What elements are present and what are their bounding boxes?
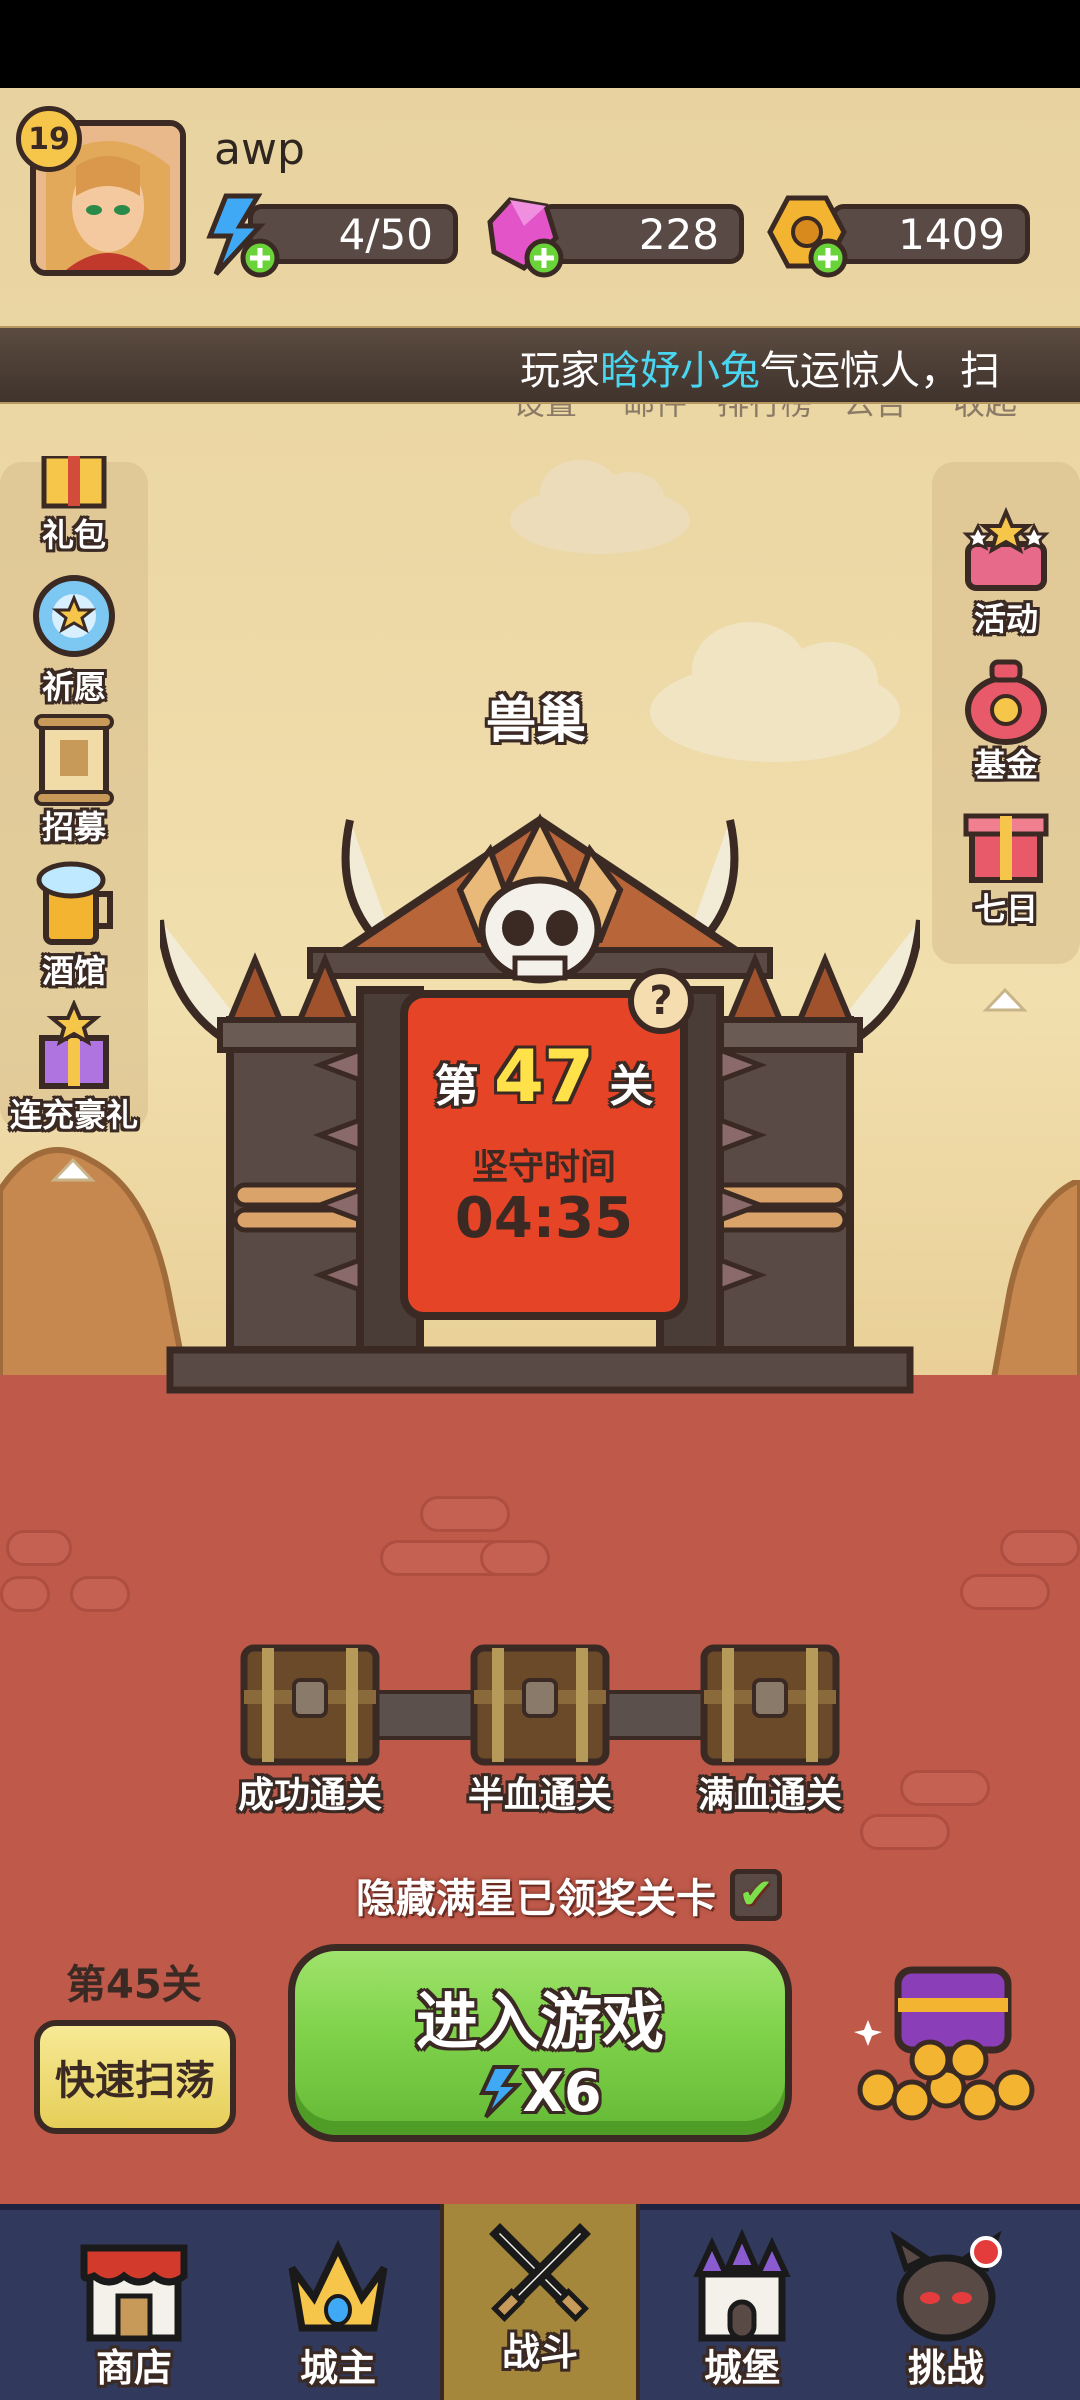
side-item-recharge-gift[interactable]: 连充豪礼: [4, 998, 144, 1136]
cloud-icon: [510, 460, 690, 554]
nav-label: 商店: [95, 2346, 172, 2390]
chest-icon[interactable]: [698, 1640, 842, 1770]
beer-mug-icon: [36, 861, 113, 945]
sweep-level: 第45关: [66, 1962, 202, 2008]
stage-name: 兽巢: [486, 691, 586, 749]
crossed-swords-icon: [489, 2223, 591, 2322]
shop-icon: [80, 2244, 188, 2342]
castle-icon: [693, 2228, 791, 2342]
side-item-gift-pack[interactable]: 礼包: [4, 453, 144, 556]
energy-add-icon[interactable]: [196, 192, 282, 278]
crown-icon: [288, 2239, 388, 2332]
enter-game-cost: X6: [295, 2061, 785, 2124]
stage-sign-board[interactable]: 第 47 关 坚守时间 04:35: [400, 990, 688, 1320]
recruit-scroll-icon: [34, 714, 114, 806]
nav-label: 城堡: [703, 2346, 780, 2390]
hold-time-value: 04:35: [454, 1186, 634, 1251]
chest-icon[interactable]: [468, 1640, 612, 1770]
side-label: 酒馆: [41, 952, 106, 990]
wish-orb-icon: [33, 575, 115, 657]
stage-level: 第 47 关: [408, 1034, 680, 1118]
side-label: 基金: [973, 746, 1038, 784]
gold-value: 1409: [898, 209, 1005, 259]
energy-value: 4/50: [338, 209, 433, 259]
enter-game-button[interactable]: 进入游戏 X6: [288, 1944, 792, 2142]
hold-time-label: 坚守时间: [471, 1147, 616, 1188]
side-label: 祈愿: [41, 668, 106, 706]
seven-day-gift-icon: [963, 813, 1049, 883]
nav-item-shop[interactable]: 商店: [34, 2204, 234, 2400]
side-item-wish[interactable]: 祈愿: [4, 572, 144, 708]
gold-add-icon[interactable]: [764, 192, 850, 278]
nav-item-battle[interactable]: 战斗: [440, 2204, 640, 2400]
nav-label: 挑战: [907, 2346, 984, 2390]
stage-level-number: 47: [493, 1034, 595, 1118]
energy-icon: [479, 2065, 524, 2119]
gift-pack-icon: [41, 453, 107, 509]
ground-brick: [6, 1530, 72, 1566]
nav-label: 战斗: [501, 2330, 578, 2374]
ticker-suffix: 气运惊人，扫: [760, 348, 1000, 394]
announcement-ticker: 玩家晗妤小兔气运惊人，扫: [0, 326, 1080, 404]
side-label: 七日: [973, 890, 1038, 928]
nav-item-castle[interactable]: 城堡: [642, 2204, 842, 2400]
side-label: 活动: [973, 600, 1038, 638]
collapse-up-arrow-icon[interactable]: [982, 986, 1028, 1014]
status-bar: [0, 0, 1080, 88]
ground-brick: [480, 1540, 550, 1576]
chest-label: 满血通关: [697, 1775, 842, 1816]
help-button[interactable]: ?: [628, 968, 694, 1034]
recharge-gift-icon: [39, 998, 109, 1089]
quick-sweep-button[interactable]: 快速扫荡: [34, 2020, 236, 2134]
ticker-prefix: 玩家: [520, 348, 600, 394]
ground-brick: [1000, 1530, 1080, 1566]
ground-brick: [0, 1576, 50, 1612]
ground-brick: [900, 1770, 990, 1806]
hide-completed-label: 隐藏满星已领奖关卡: [356, 1876, 716, 1922]
chest-label: 半血通关: [467, 1775, 612, 1816]
ticker-text: 玩家晗妤小兔气运惊人，扫: [520, 338, 1000, 396]
stage-level-prefix: 第: [434, 1061, 479, 1112]
demon-icon: [890, 2230, 1002, 2342]
ground-brick: [70, 1576, 130, 1612]
ticker-player-name: 晗妤小兔: [600, 348, 760, 394]
gem-bar: 228: [538, 204, 744, 264]
enter-game-cost-value: X6: [522, 2061, 602, 2124]
side-item-fund[interactable]: 基金: [936, 650, 1076, 786]
side-item-recruit[interactable]: 招募: [4, 712, 144, 848]
side-label: 连充豪礼: [9, 1096, 138, 1134]
ground-brick: [960, 1574, 1050, 1610]
player-name: awp: [214, 124, 305, 175]
stage-level-suffix: 关: [609, 1061, 654, 1112]
money-bag-icon: [965, 659, 1047, 745]
gem-value: 228: [638, 209, 719, 259]
treasure-chest-icon[interactable]: [838, 1960, 1050, 2130]
ground-brick: [420, 1496, 510, 1532]
nav-label: 城主: [299, 2346, 376, 2390]
enter-game-label: 进入游戏: [415, 1985, 664, 2058]
side-label: 招募: [41, 808, 106, 846]
nav-item-lord[interactable]: 城主: [238, 2204, 438, 2400]
cloud-icon: [650, 622, 900, 762]
side-item-event[interactable]: 活动: [936, 504, 1076, 640]
hide-completed-option[interactable]: 隐藏满星已领奖关卡 ✔: [356, 1866, 782, 1924]
gold-bar: 1409: [830, 204, 1030, 264]
ground-brick: [860, 1814, 950, 1850]
collapse-up-arrow-icon[interactable]: [50, 1156, 96, 1184]
chest-label: 成功通关: [237, 1775, 382, 1816]
side-item-seven-day[interactable]: 七日: [936, 794, 1076, 930]
hide-completed-checkbox[interactable]: ✔: [730, 1869, 782, 1921]
gem-add-icon[interactable]: [480, 192, 566, 278]
side-item-tavern[interactable]: 酒馆: [4, 856, 144, 992]
player-level-badge: 19: [16, 106, 82, 172]
event-stars-icon: [962, 506, 1050, 591]
nav-item-challenge[interactable]: 挑战: [846, 2204, 1046, 2400]
side-label: 礼包: [41, 516, 106, 554]
rock-right: [990, 1180, 1080, 1400]
chest-icon[interactable]: [238, 1640, 382, 1770]
